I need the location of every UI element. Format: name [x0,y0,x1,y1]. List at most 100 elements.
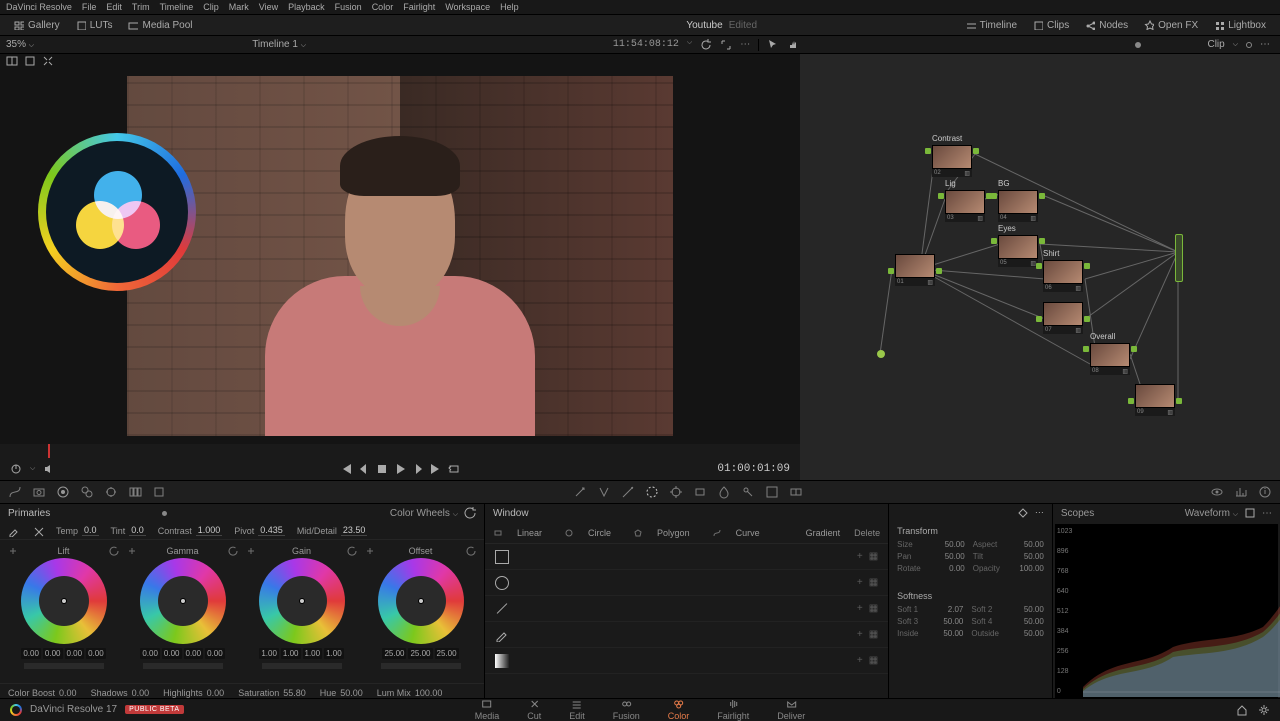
nodes-button[interactable]: Nodes [1079,18,1134,33]
node[interactable]: Shirt06▥ [1043,249,1083,292]
scopes-icon[interactable] [1234,485,1248,499]
node[interactable]: 07▥ [1043,302,1083,334]
node[interactable]: Eyes05▥ [998,224,1038,267]
eye-icon[interactable] [1210,485,1224,499]
picker-icon[interactable] [8,525,20,537]
menu-item[interactable]: Clip [203,2,219,12]
info-icon[interactable] [1258,485,1272,499]
more-icon[interactable]: ⋯ [1262,508,1272,519]
highlight-icon[interactable] [24,55,36,67]
shadows-field[interactable]: Shadows0.00 [91,688,150,698]
speaker-icon[interactable] [43,463,55,475]
rotate-field[interactable]: 0.00 [929,564,965,573]
node[interactable]: Contrast02▥ [932,134,972,177]
tint-field[interactable]: Tint0.0 [111,525,146,536]
soft1-field[interactable]: 2.07 [927,605,963,614]
split-view-icon[interactable] [6,55,18,67]
temp-field[interactable]: Temp0.0 [56,525,99,536]
node-source-icon[interactable] [877,350,885,358]
menu-item[interactable]: Timeline [160,2,194,12]
tab-color[interactable]: Color [668,698,690,721]
luts-button[interactable]: LUTs [70,18,119,33]
inside-field[interactable]: 50.00 [927,629,963,638]
menu-item[interactable]: Help [500,2,519,12]
primaries-icon[interactable] [80,485,94,499]
bypass-icon[interactable] [10,463,22,475]
home-icon[interactable] [1236,704,1248,716]
node[interactable]: Overall08▥ [1090,332,1130,375]
polygon-shape-icon[interactable] [633,528,643,538]
step-fwd-icon[interactable] [412,463,424,475]
menu-item[interactable]: Playback [288,2,325,12]
offset-master-slider[interactable] [381,663,461,669]
size-field[interactable]: 50.00 [929,540,965,549]
delete-window-button[interactable]: Delete [854,528,880,538]
menu-item[interactable]: Fairlight [403,2,435,12]
stereo-icon[interactable] [789,485,803,499]
viewer-canvas[interactable] [0,68,800,444]
plus-icon[interactable] [365,546,375,556]
more-icon[interactable]: ⋯ [1035,507,1044,519]
stop-icon[interactable] [376,463,388,475]
mediapool-button[interactable]: Media Pool [122,18,198,33]
window-item-line[interactable]: +▦ [485,596,888,622]
hdr-icon[interactable] [104,485,118,499]
offset-wheel[interactable]: Offset 25.0025.0025.00 [365,544,476,679]
outside-field[interactable]: 50.00 [1008,629,1044,638]
tab-cut[interactable]: Cut [527,698,541,721]
node[interactable]: BG04▥ [998,179,1038,222]
step-back-icon[interactable] [358,463,370,475]
tab-edit[interactable]: Edit [569,698,585,721]
refresh-icon[interactable] [700,39,712,51]
gain-wheel[interactable]: Gain 1.001.001.001.00 [246,544,357,679]
settings-gear-icon[interactable] [1258,704,1270,716]
tab-deliver[interactable]: Deliver [777,698,805,721]
window-item-gradient[interactable]: +▦ [485,648,888,674]
tab-fusion[interactable]: Fusion [613,698,640,721]
hue-field[interactable]: Hue50.00 [320,688,363,698]
pivot-field[interactable]: Pivot0.435 [234,525,285,536]
opacity-field[interactable]: 100.00 [1008,564,1044,573]
window-item-rect[interactable]: +▦ [485,544,888,570]
gain-master-slider[interactable] [262,663,342,669]
node[interactable]: Lig03▥ [945,179,985,222]
prev-clip-icon[interactable] [340,463,352,475]
scopes-mode[interactable]: Waveform ⌵ [1185,508,1238,519]
lift-wheel[interactable]: Lift 0.000.000.000.00 [8,544,119,679]
menu-item[interactable]: File [82,2,97,12]
motion-effects-icon[interactable] [152,485,166,499]
node[interactable]: 01▥ [895,254,935,286]
highlights-field[interactable]: Highlights0.00 [163,688,224,698]
saturation-field[interactable]: Saturation55.80 [238,688,306,698]
tab-fairlight[interactable]: Fairlight [717,698,749,721]
reset-icon[interactable] [464,507,476,519]
expand-icon[interactable] [720,39,732,51]
gallery-button[interactable]: Gallery [8,18,66,33]
soft4-field[interactable]: 50.00 [1008,617,1044,626]
more-icon[interactable]: ⋯ [1260,39,1270,50]
rgb-mixer-icon[interactable] [128,485,142,499]
chevron-down-icon[interactable]: ⌵ [687,39,692,51]
aspect-field[interactable]: 50.00 [1008,540,1044,549]
window-item-pen[interactable]: +▦ [485,622,888,648]
tilt-field[interactable]: 50.00 [1008,552,1044,561]
clip-mode-label[interactable]: Clip [1207,39,1224,50]
menu-item[interactable]: View [259,2,278,12]
auto-balance-icon[interactable] [32,525,44,537]
menu-item[interactable]: Trim [132,2,150,12]
waveform-scope[interactable]: 10238967686405123842561280 [1055,524,1278,699]
node-graph[interactable]: 01▥ Contrast02▥ Lig03▥ BG04▥ Eyes05▥ Shi… [800,54,1280,480]
gamma-wheel[interactable]: Gamma 0.000.000.000.00 [127,544,238,679]
plus-icon[interactable] [8,546,18,556]
tab-media[interactable]: Media [475,698,500,721]
viewer-scrubber[interactable] [0,444,800,458]
gradient-shape-icon[interactable] [782,528,792,538]
play-icon[interactable] [394,463,406,475]
openfx-button[interactable]: Open FX [1138,18,1204,33]
sizing-icon[interactable] [765,485,779,499]
stabilizer-icon[interactable] [693,485,707,499]
reset-icon[interactable] [466,546,476,556]
next-clip-icon[interactable] [430,463,442,475]
primaries-mode[interactable]: Color Wheels ⌵ [390,508,458,519]
clips-button[interactable]: Clips [1027,18,1075,33]
